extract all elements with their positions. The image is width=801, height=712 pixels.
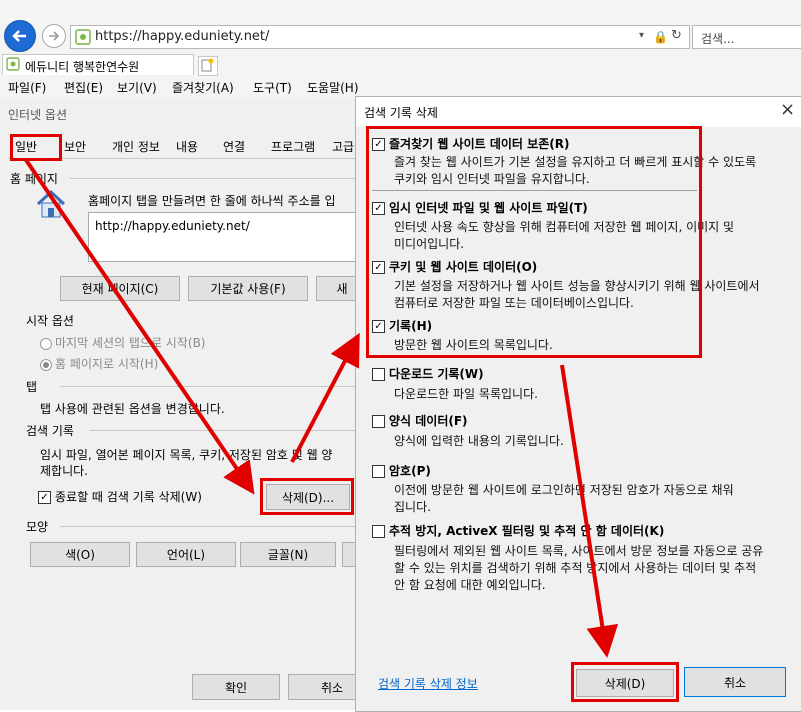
- new-tab-button[interactable]: [198, 56, 218, 76]
- search-input[interactable]: 검색...: [692, 25, 801, 49]
- back-button[interactable]: [4, 20, 36, 52]
- option-desc: 필터링에서 제외된 웹 사이트 목록, 사이트에서 방문 정보를 자동으로 공유…: [394, 543, 763, 594]
- highlight-checked-options: [366, 126, 702, 358]
- appearance-heading: 모양: [26, 520, 49, 534]
- option-passwords[interactable]: 암호(P): [372, 462, 431, 479]
- highlight-confirm-delete: [571, 662, 679, 702]
- forward-arrow-icon: [49, 31, 60, 41]
- delete-on-exit-label: 종료할 때 검색 기록 삭제(W): [55, 490, 202, 504]
- site-favicon-icon: [75, 29, 91, 45]
- appearance-divider: [60, 526, 358, 527]
- startup-last-session-radio[interactable]: 마지막 세션의 탭으로 시작(B): [40, 334, 205, 351]
- menu-view[interactable]: 보기(V): [117, 79, 157, 96]
- homepage-url-field[interactable]: http://happy.eduniety.net/: [88, 212, 358, 262]
- address-bar[interactable]: https://happy.eduniety.net/ ▾ 🔒 ↻: [70, 25, 690, 49]
- desc-line: 집니다.: [394, 500, 431, 514]
- tab-security[interactable]: 보안: [64, 138, 86, 158]
- menu-bar: 파일(F) 편집(E) 보기(V) 즐겨찾기(A) 도구(T) 도움말(H): [0, 76, 801, 96]
- menu-file[interactable]: 파일(F): [8, 79, 46, 96]
- desc-line: 다운로드한 파일 목록입니다.: [394, 387, 538, 401]
- tab-programs[interactable]: 프로그램: [271, 138, 315, 158]
- use-current-button[interactable]: 현재 페이지(C): [60, 276, 180, 301]
- option-desc: 이전에 방문한 웹 사이트에 로그인하면 저장된 암호가 자동으로 채워집니다.: [394, 482, 734, 516]
- startup-homepage-radio[interactable]: 홈 페이지로 시작(H): [40, 355, 158, 372]
- menu-edit[interactable]: 편집(E): [64, 79, 103, 96]
- refresh-icon[interactable]: ↻: [671, 28, 682, 43]
- forward-button[interactable]: [42, 24, 66, 48]
- dropdown-icon[interactable]: ▾: [639, 30, 644, 41]
- homepage-url: http://happy.eduniety.net/: [95, 219, 250, 233]
- option-title: 추적 방지, ActiveX 필터링 및 추적 안 함 데이터(K): [389, 524, 665, 538]
- browser-chrome: https://happy.eduniety.net/ ▾ 🔒 ↻ 검색... …: [0, 0, 801, 101]
- checkbox-icon: [372, 525, 385, 538]
- internet-options-dialog: 인터넷 옵션 일반 보안 개인 정보 내용 연결 프로그램 고급 홈 페이지 홈…: [0, 98, 376, 710]
- use-default-button[interactable]: 기본값 사용(F): [188, 276, 308, 301]
- startup-last-session-label: 마지막 세션의 탭으로 시작(B): [55, 336, 206, 350]
- tabs-desc: 탭 사용에 관련된 옵션을 변경합니다.: [40, 402, 225, 416]
- close-icon[interactable]: ×: [780, 99, 795, 120]
- tab-favicon-icon: [6, 57, 20, 71]
- history-desc-line2: 제합니다.: [40, 464, 88, 478]
- desc-line: 할 수 있는 위치를 검색하기 위해 추적 방지에서 사용하는 데이터 및 추적: [394, 561, 757, 575]
- back-arrow-icon: [12, 30, 26, 42]
- desc-line: 안 함 요청에 대한 예외입니다.: [394, 578, 546, 592]
- history-heading: 검색 기록: [26, 424, 74, 438]
- option-downloads[interactable]: 다운로드 기록(W): [372, 365, 484, 382]
- ok-button[interactable]: 확인: [192, 674, 280, 700]
- tab-content[interactable]: 내용: [176, 138, 198, 158]
- tab-advanced[interactable]: 고급: [332, 138, 354, 158]
- tab-connections[interactable]: 연결: [223, 138, 245, 158]
- about-delete-history-link[interactable]: 검색 기록 삭제 정보: [378, 675, 478, 692]
- browser-tab[interactable]: 에듀니티 행복한연수원: [2, 54, 194, 75]
- checkbox-icon: [372, 368, 385, 381]
- desc-line: 필터링에서 제외된 웹 사이트 목록, 사이트에서 방문 정보를 자동으로 공유: [394, 544, 764, 558]
- homepage-divider: [70, 178, 358, 179]
- checkbox-checked-icon: ✓: [38, 491, 51, 504]
- delete-on-exit-checkbox[interactable]: ✓ 종료할 때 검색 기록 삭제(W): [38, 488, 202, 505]
- tabs-divider: [60, 386, 358, 387]
- tab-bar: 에듀니티 행복한연수원: [0, 52, 801, 76]
- tab-privacy[interactable]: 개인 정보: [112, 138, 160, 158]
- colors-button[interactable]: 색(O): [30, 542, 130, 567]
- lock-icon[interactable]: 🔒: [653, 30, 668, 44]
- desc-line: 양식에 입력한 내용의 기록입니다.: [394, 434, 564, 448]
- startup-heading: 시작 옵션: [26, 314, 74, 328]
- option-title: 암호(P): [389, 464, 431, 478]
- menu-help[interactable]: 도움말(H): [307, 79, 359, 96]
- checkbox-icon: [372, 465, 385, 478]
- option-form-data[interactable]: 양식 데이터(F): [372, 412, 468, 429]
- languages-button[interactable]: 언어(L): [136, 542, 236, 567]
- radio-selected-icon: [40, 358, 52, 371]
- option-desc: 양식에 입력한 내용의 기록입니다.: [394, 433, 564, 450]
- history-divider: [90, 430, 358, 431]
- homepage-desc: 홈페이지 탭을 만들려면 한 줄에 하나씩 주소를 입: [88, 194, 336, 208]
- startup-homepage-label: 홈 페이지로 시작(H): [55, 357, 159, 371]
- cancel-delete-button[interactable]: 취소: [684, 667, 786, 697]
- highlight-delete-button: [260, 478, 354, 515]
- option-desc: 다운로드한 파일 목록입니다.: [394, 386, 538, 403]
- address-text: https://happy.eduniety.net/: [95, 29, 270, 44]
- new-tab-icon: [201, 58, 214, 72]
- menu-tools[interactable]: 도구(T): [253, 79, 292, 96]
- option-tracking-protection[interactable]: 추적 방지, ActiveX 필터링 및 추적 안 함 데이터(K): [372, 522, 664, 539]
- tabs-heading: 탭: [26, 380, 38, 394]
- search-placeholder: 검색...: [701, 32, 735, 46]
- homepage-heading: 홈 페이지: [10, 172, 58, 186]
- menu-favorites[interactable]: 즐겨찾기(A): [172, 79, 234, 96]
- history-desc-line1: 임시 파일, 열어본 페이지 목록, 쿠키, 저장된 암호 및 웹 양: [40, 448, 333, 462]
- fonts-button[interactable]: 글꼴(N): [240, 542, 336, 567]
- checkbox-icon: [372, 415, 385, 428]
- option-title: 양식 데이터(F): [389, 414, 468, 428]
- tab-title: 에듀니티 행복한연수원: [25, 60, 140, 74]
- desc-line: 이전에 방문한 웹 사이트에 로그인하면 저장된 암호가 자동으로 채워: [394, 483, 734, 497]
- delete-history-dialog: 검색 기록 삭제 × ✓ 즐겨찾기 웹 사이트 데이터 보존(R) 즐겨 찾는 웹…: [355, 96, 801, 712]
- option-title: 다운로드 기록(W): [389, 367, 484, 381]
- house-icon: [36, 189, 66, 218]
- highlight-general-tab: [10, 134, 62, 161]
- delete-dialog-title: 검색 기록 삭제: [364, 106, 438, 120]
- dialog-title: 인터넷 옵션: [8, 108, 68, 122]
- radio-icon: [40, 337, 52, 350]
